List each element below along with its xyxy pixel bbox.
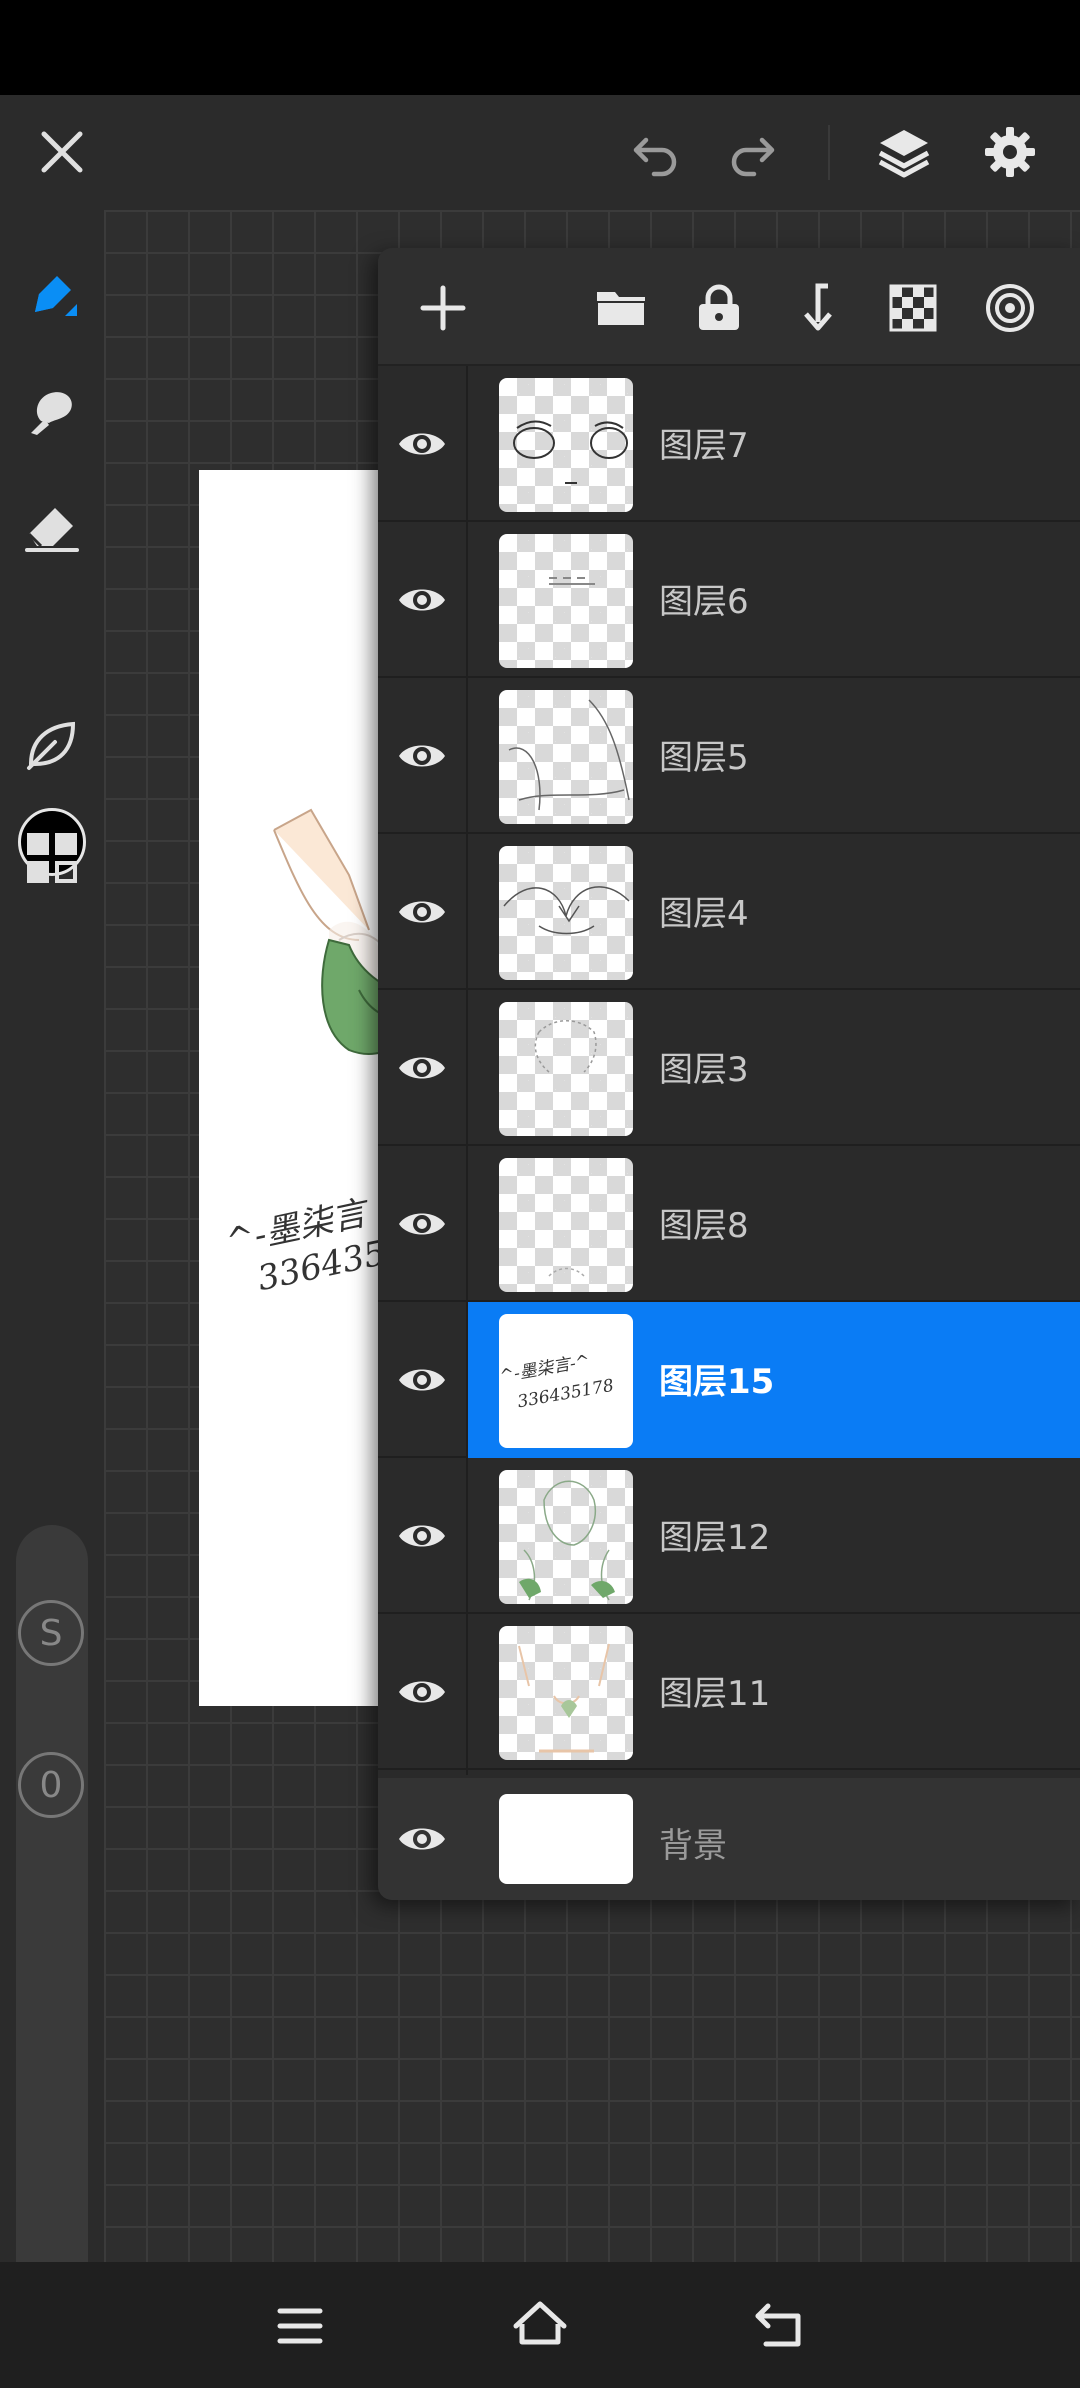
brush-icon[interactable] xyxy=(12,255,92,335)
layer-row[interactable]: 图层7 xyxy=(378,366,1080,522)
layer-thumbnail xyxy=(499,534,633,668)
layer-name: 图层4 xyxy=(659,894,749,934)
layer-name: 图层5 xyxy=(659,738,749,778)
eye-icon[interactable] xyxy=(392,1038,452,1098)
eye-icon[interactable] xyxy=(392,726,452,786)
layer-name: 图层15 xyxy=(659,1362,775,1402)
grid-icon[interactable] xyxy=(12,818,92,898)
status-bar xyxy=(0,0,1080,95)
folder-icon[interactable] xyxy=(586,273,656,343)
layer-thumbnail xyxy=(499,1158,633,1292)
layer-name: 图层6 xyxy=(659,582,749,622)
layer-row[interactable]: 图层8 xyxy=(378,1146,1080,1302)
eye-icon[interactable] xyxy=(392,414,452,474)
eye-icon[interactable] xyxy=(392,1809,452,1869)
undo-icon[interactable] xyxy=(614,110,698,194)
eye-icon[interactable] xyxy=(392,1506,452,1566)
background-thumbnail xyxy=(499,1794,633,1884)
layer-row[interactable]: 图层12 xyxy=(378,1458,1080,1614)
layer-row[interactable]: 图层6 xyxy=(378,522,1080,678)
layers-panel: 图层7 图层6 图层5 图层4 图层3 图层8 ^-墨柒言-^ 33643517… xyxy=(378,248,1080,1900)
layer-thumbnail xyxy=(499,846,633,980)
layer-list: 图层7 图层6 图层5 图层4 图层3 图层8 ^-墨柒言-^ 33643517… xyxy=(378,366,1080,1900)
layers-panel-header xyxy=(378,248,1080,366)
menu-icon[interactable] xyxy=(264,2290,336,2362)
layer-thumbnail xyxy=(499,1470,633,1604)
layers-icon[interactable] xyxy=(862,110,946,194)
layer-row-selected[interactable]: ^-墨柒言-^ 336435178 图层15 xyxy=(378,1302,1080,1458)
layer-thumbnail xyxy=(499,1626,633,1760)
merge-down-icon[interactable] xyxy=(781,273,851,343)
layer-thumbnail xyxy=(499,690,633,824)
add-icon[interactable] xyxy=(408,273,478,343)
home-icon[interactable] xyxy=(504,2290,576,2362)
left-toolbar: S 0 xyxy=(0,210,104,2330)
layer-name: 图层11 xyxy=(659,1674,771,1714)
system-nav-bar xyxy=(0,2262,1080,2388)
layer-name: 图层7 xyxy=(659,426,749,466)
layer-row[interactable]: 图层5 xyxy=(378,678,1080,834)
redo-icon[interactable] xyxy=(710,110,794,194)
layer-row[interactable]: 图层4 xyxy=(378,834,1080,990)
layer-thumbnail xyxy=(499,378,633,512)
layer-row[interactable]: 图层11 xyxy=(378,1614,1080,1770)
leaf-icon[interactable] xyxy=(12,705,92,785)
smudge-icon[interactable] xyxy=(12,370,92,450)
eye-icon[interactable] xyxy=(392,1662,452,1722)
opacity-badge[interactable]: 0 xyxy=(18,1752,84,1818)
lock-icon[interactable] xyxy=(684,273,754,343)
background-layer-row[interactable]: 背景 xyxy=(378,1778,1080,1900)
layer-row[interactable]: 图层3 xyxy=(378,990,1080,1146)
eye-icon[interactable] xyxy=(392,1194,452,1254)
background-layer-name: 背景 xyxy=(659,1826,727,1866)
eye-icon[interactable] xyxy=(392,1350,452,1410)
top-toolbar xyxy=(0,95,1080,210)
gear-icon[interactable] xyxy=(968,110,1052,194)
size-badge[interactable]: S xyxy=(18,1600,84,1666)
layer-name: 图层8 xyxy=(659,1206,749,1246)
eraser-icon[interactable] xyxy=(12,485,92,565)
layer-name: 图层12 xyxy=(659,1518,771,1558)
toolbar-divider xyxy=(828,125,830,180)
close-icon[interactable] xyxy=(20,110,104,194)
checker-icon[interactable] xyxy=(878,273,948,343)
eye-icon[interactable] xyxy=(392,882,452,942)
layer-thumbnail xyxy=(499,1002,633,1136)
target-icon[interactable] xyxy=(975,273,1045,343)
eye-icon[interactable] xyxy=(392,570,452,630)
back-icon[interactable] xyxy=(744,2290,816,2362)
layer-thumbnail: ^-墨柒言-^ 336435178 xyxy=(499,1314,633,1448)
layer-name: 图层3 xyxy=(659,1050,749,1090)
